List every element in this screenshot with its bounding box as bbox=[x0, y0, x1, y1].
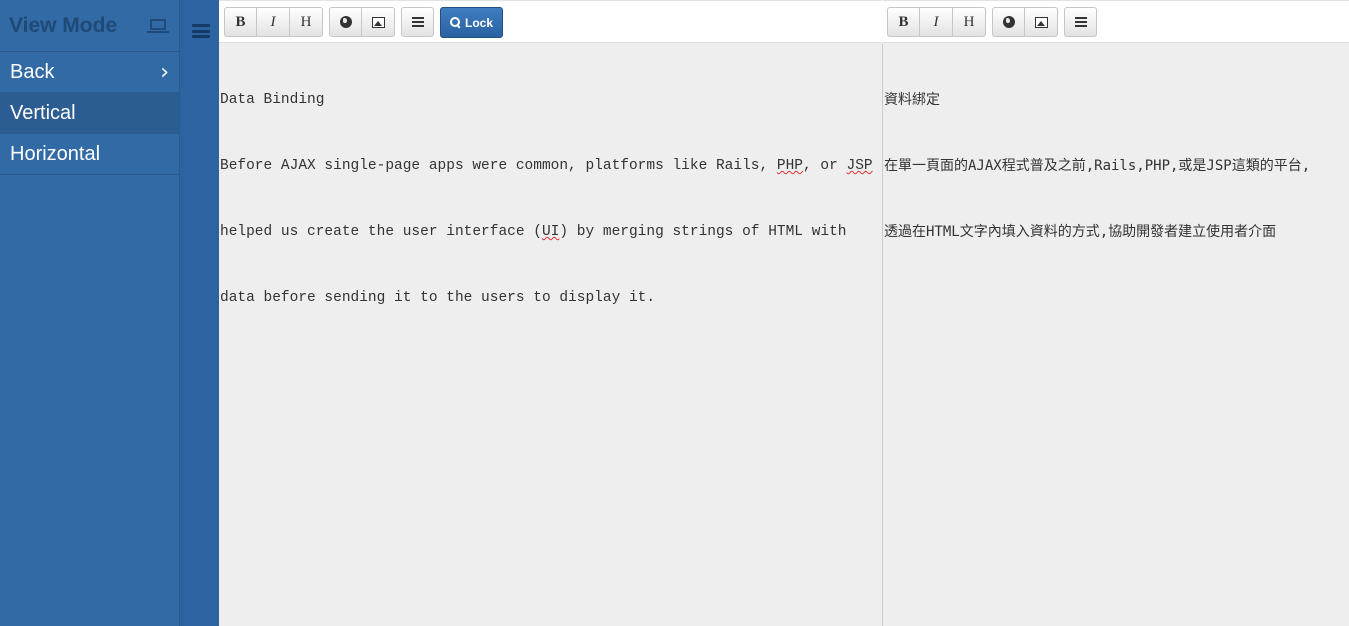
translation-pane: B I H 資料綁定 在單一頁面的AJAX程式普及之前,Rails,PHP,或是… bbox=[883, 0, 1349, 626]
sidebar: View Mode Back › Vertical Horizontal bbox=[0, 0, 180, 626]
bold-button[interactable]: B bbox=[887, 7, 920, 37]
lock-button[interactable]: Lock bbox=[440, 7, 504, 38]
laptop-icon[interactable] bbox=[147, 18, 169, 34]
italic-button[interactable]: I bbox=[257, 7, 290, 37]
editor-line: 透過在HTML文字內填入資料的方式,協助開發者建立使用者介面 bbox=[884, 224, 1277, 240]
list-icon bbox=[1074, 17, 1087, 27]
format-button-group: B I H bbox=[224, 7, 323, 37]
image-button[interactable] bbox=[1025, 7, 1058, 37]
editor-line: Before AJAX single-page apps were common… bbox=[220, 158, 873, 174]
bold-button[interactable]: B bbox=[224, 7, 257, 37]
sidebar-item-label: Horizontal bbox=[10, 142, 101, 165]
insert-button-group bbox=[329, 7, 395, 37]
link-button[interactable] bbox=[329, 7, 362, 37]
globe-icon bbox=[339, 16, 352, 28]
translation-editor[interactable]: 資料綁定 在單一頁面的AJAX程式普及之前,Rails,PHP,或是JSP這類的… bbox=[884, 45, 1349, 626]
spellcheck-mark: JSP bbox=[846, 158, 873, 174]
hamburger-icon[interactable] bbox=[192, 24, 210, 38]
list-button[interactable] bbox=[1064, 7, 1097, 37]
sidebar-item-label: Vertical bbox=[10, 101, 76, 124]
source-toolbar: B I H Lock bbox=[219, 0, 882, 43]
spellcheck-mark: PHP bbox=[776, 158, 803, 174]
sidebar-item-back[interactable]: Back › bbox=[0, 52, 179, 93]
source-editor[interactable]: Data Binding Before AJAX single-page app… bbox=[220, 45, 882, 626]
picture-icon bbox=[1034, 16, 1048, 28]
source-pane: B I H Lock Data Binding Before AJAX sing… bbox=[219, 0, 882, 626]
editor-line: data before sending it to the users to d… bbox=[220, 290, 656, 306]
list-icon bbox=[411, 17, 424, 27]
sidebar-item-horizontal[interactable]: Horizontal bbox=[0, 134, 179, 175]
sidebar-header: View Mode bbox=[0, 0, 179, 52]
image-button[interactable] bbox=[362, 7, 395, 37]
globe-icon bbox=[1002, 16, 1015, 28]
sidebar-toggle-strip bbox=[180, 0, 219, 626]
editor-line: 資料綁定 bbox=[884, 92, 940, 108]
heading-button[interactable]: H bbox=[290, 7, 323, 37]
picture-icon bbox=[371, 16, 385, 28]
heading-button[interactable]: H bbox=[953, 7, 986, 37]
lock-label: Lock bbox=[465, 15, 494, 30]
italic-button[interactable]: I bbox=[920, 7, 953, 37]
format-button-group: B I H bbox=[887, 7, 986, 37]
list-button-group bbox=[1064, 7, 1097, 37]
chevron-right-icon: › bbox=[160, 59, 169, 85]
sidebar-item-label: Back bbox=[10, 60, 55, 83]
insert-button-group bbox=[992, 7, 1058, 37]
editor-line: 在單一頁面的AJAX程式普及之前,Rails,PHP,或是JSP這類的平台, bbox=[884, 158, 1311, 174]
list-button-group bbox=[401, 7, 434, 37]
link-button[interactable] bbox=[992, 7, 1025, 37]
list-button[interactable] bbox=[401, 7, 434, 37]
spellcheck-mark: UI bbox=[541, 224, 560, 240]
search-icon bbox=[450, 17, 461, 28]
sidebar-item-vertical[interactable]: Vertical bbox=[0, 93, 179, 134]
editor-line: Data Binding bbox=[220, 92, 325, 108]
sidebar-title: View Mode bbox=[9, 13, 118, 37]
editor-line: helped us create the user interface (UI)… bbox=[220, 224, 847, 240]
translation-toolbar: B I H bbox=[883, 0, 1349, 43]
